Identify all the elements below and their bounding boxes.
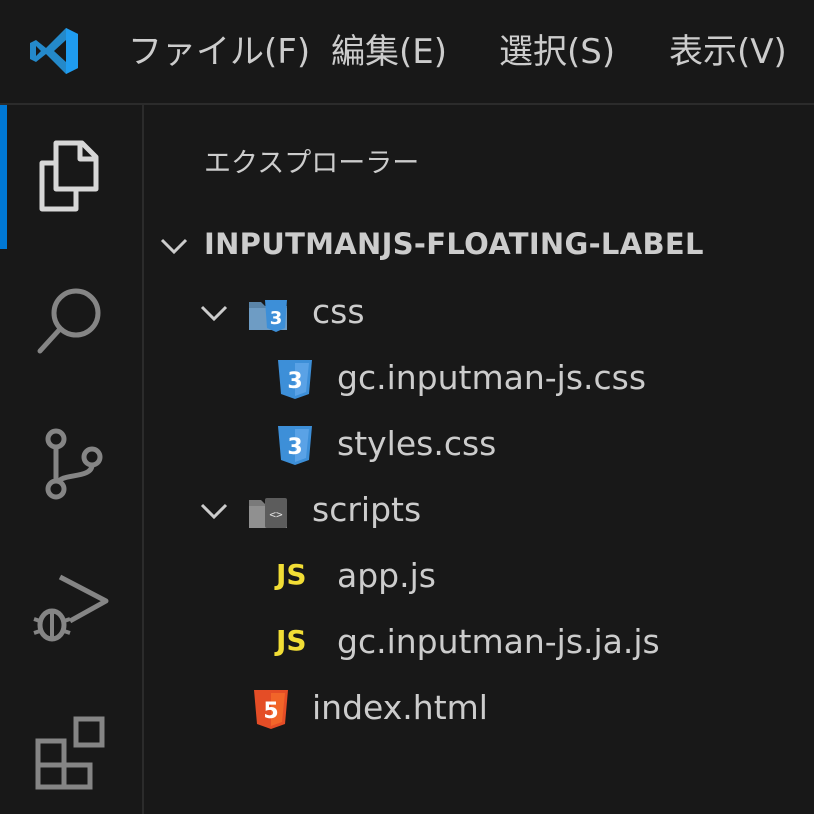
tree-item-gc-inputman-ja-js[interactable]: JS gc.inputman-js.ja.js xyxy=(144,610,814,676)
files-icon[interactable] xyxy=(30,137,112,219)
tree-item-label: index.html xyxy=(312,688,488,727)
menu-view[interactable]: 表示(V) xyxy=(669,30,787,74)
chevron-down-icon xyxy=(200,503,228,520)
tree-item-label: styles.css xyxy=(337,424,497,463)
tree-item-label: scripts xyxy=(312,490,422,529)
js-file-icon: JS xyxy=(276,624,307,657)
explorer-title: エクスプローラー xyxy=(204,148,420,179)
svg-text:3: 3 xyxy=(287,369,302,394)
css-file-icon: 3 xyxy=(278,426,312,465)
tree-item-label: gc.inputman-js.css xyxy=(337,358,647,397)
menu-edit[interactable]: 編集(E) xyxy=(331,30,447,74)
extensions-icon[interactable] xyxy=(30,711,112,793)
tree-item-css-folder[interactable]: 3 css xyxy=(144,280,814,346)
css-file-icon: 3 xyxy=(278,360,312,399)
tree-item-label: app.js xyxy=(337,556,436,595)
tree-item-label: css xyxy=(312,292,365,331)
active-indicator xyxy=(0,105,7,249)
activity-bar xyxy=(0,105,144,814)
svg-text:5: 5 xyxy=(263,699,278,724)
js-file-icon: JS xyxy=(276,558,307,591)
tree-item-index-html[interactable]: 5 index.html xyxy=(144,676,814,742)
root-folder-label: INPUTMANJS-FLOATING-LABEL xyxy=(204,227,704,261)
menu-file[interactable]: ファイル(F) xyxy=(128,30,310,74)
title-bar: ファイル(F) 編集(E) 選択(S) 表示(V) xyxy=(0,0,814,105)
search-icon[interactable] xyxy=(30,281,112,363)
tree-item-label: gc.inputman-js.ja.js xyxy=(337,622,660,661)
tree-item-styles-css[interactable]: 3 styles.css xyxy=(144,412,814,478)
explorer-sidebar: エクスプローラー INPUTMANJS-FLOATING-LABEL 3 css… xyxy=(144,105,814,814)
run-debug-icon[interactable] xyxy=(30,567,112,649)
svg-text:3: 3 xyxy=(287,435,302,460)
menu-selection[interactable]: 選択(S) xyxy=(499,30,615,74)
chevron-down-icon xyxy=(160,238,188,255)
chevron-down-icon xyxy=(200,305,228,322)
svg-text:<>: <> xyxy=(269,508,283,521)
css-folder-icon: 3 xyxy=(249,300,287,332)
source-control-icon[interactable] xyxy=(30,423,112,505)
tree-item-scripts-folder[interactable]: <> scripts xyxy=(144,478,814,544)
svg-text:3: 3 xyxy=(270,308,283,329)
html-file-icon: 5 xyxy=(254,690,288,729)
scripts-folder-icon: <> xyxy=(249,498,287,528)
tree-item-gc-inputman-css[interactable]: 3 gc.inputman-js.css xyxy=(144,346,814,412)
tree-item-app-js[interactable]: JS app.js xyxy=(144,544,814,610)
vscode-logo-icon[interactable] xyxy=(26,24,80,78)
tree-root[interactable]: INPUTMANJS-FLOATING-LABEL xyxy=(144,213,814,279)
